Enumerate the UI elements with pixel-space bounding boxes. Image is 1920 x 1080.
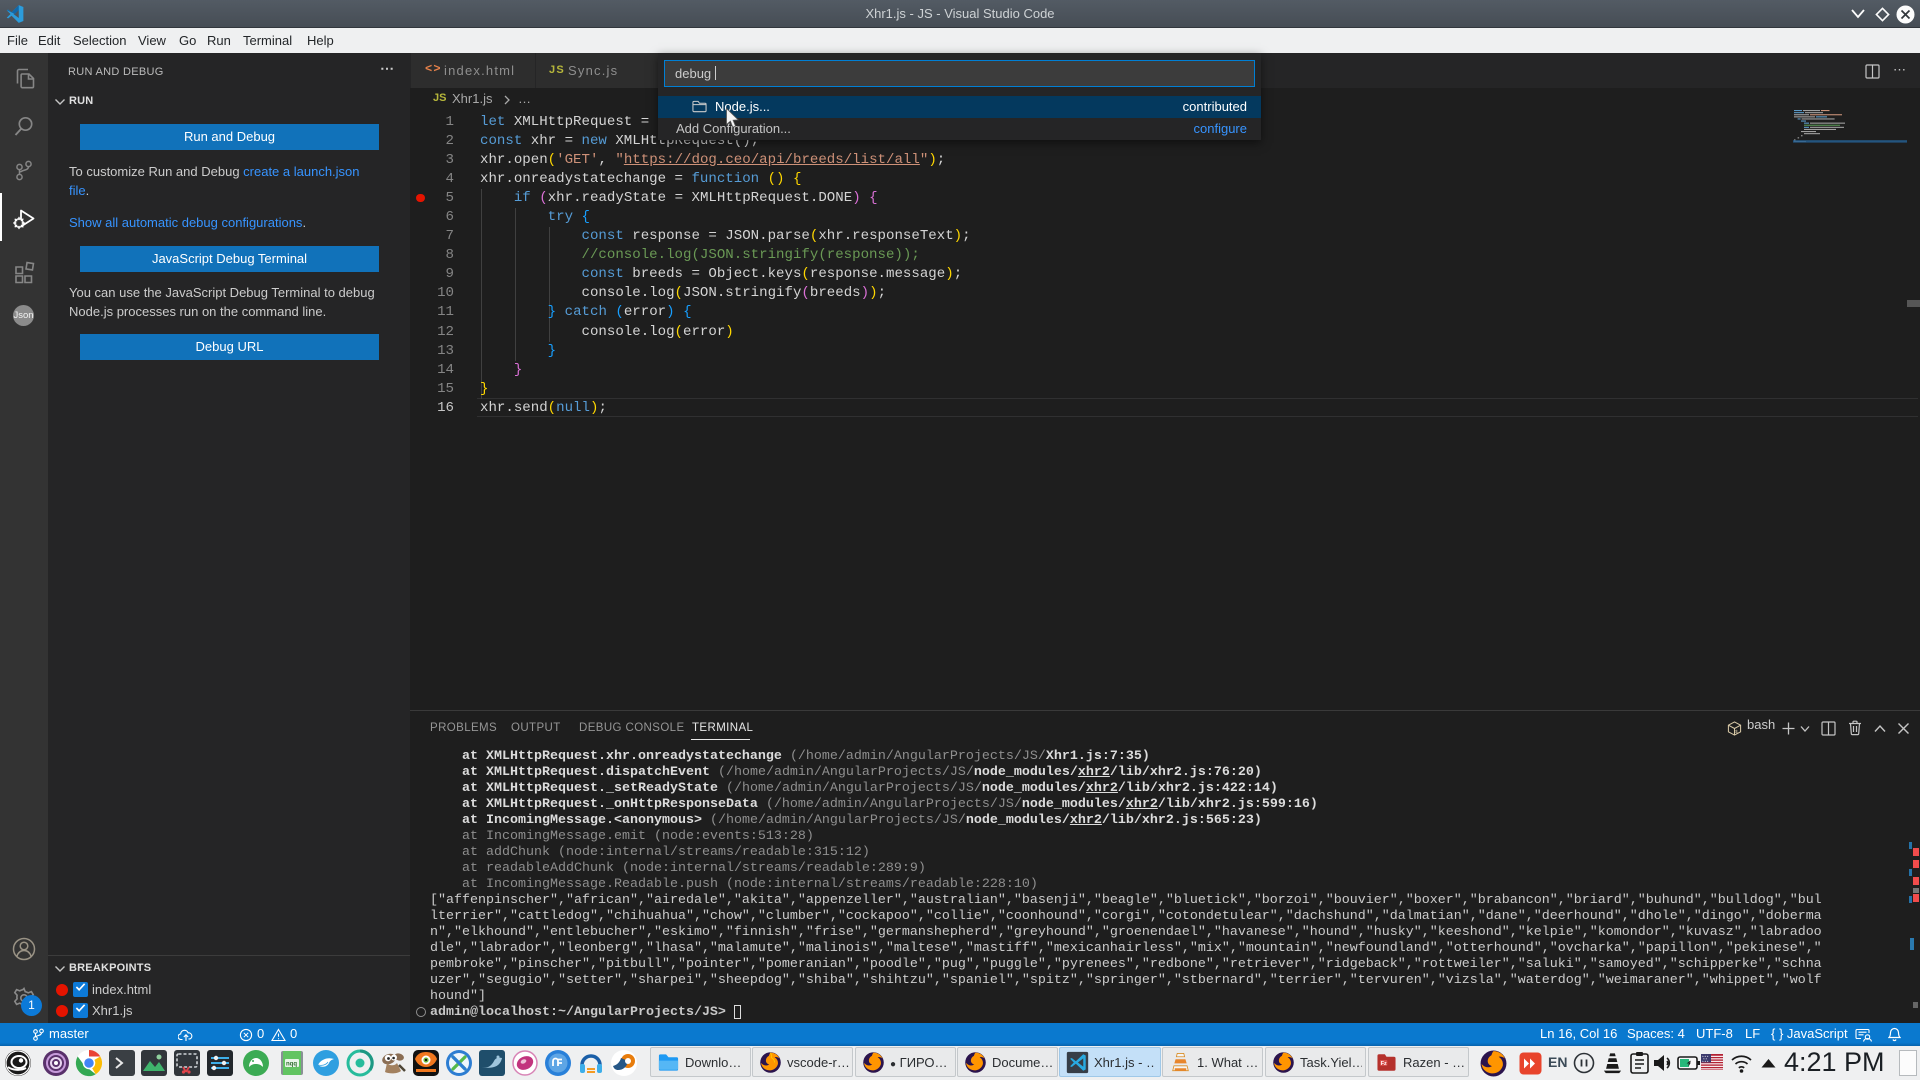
- svg-text:Fz: Fz: [1381, 1061, 1387, 1067]
- svg-text:nqq: nqq: [286, 1062, 297, 1068]
- svg-text:★ ★ ★: ★ ★ ★: [1702, 1060, 1709, 1063]
- svg-text:$: $: [1735, 729, 1738, 734]
